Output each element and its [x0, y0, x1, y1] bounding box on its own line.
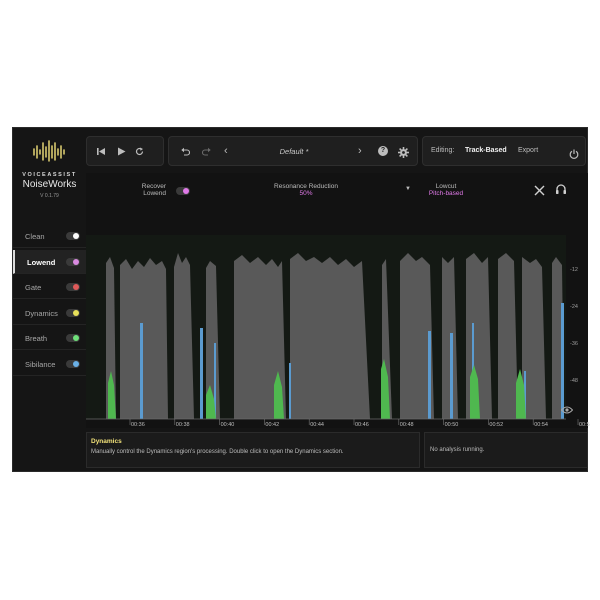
transport-group	[86, 136, 164, 166]
sidebar-item-dynamics[interactable]: Dynamics	[13, 301, 86, 325]
sidebar-item-lowend[interactable]: Lowend	[13, 249, 86, 274]
sidebar-item-toggle[interactable]	[66, 283, 80, 291]
db-scale-label: -48	[570, 378, 578, 384]
timeline-tick-label: 00:40	[220, 422, 235, 428]
sidebar: Clean Lowend Gate Dynamics Breath Sibilance	[13, 224, 86, 376]
editing-label: Editing:	[431, 147, 455, 154]
timeline-tick-label: 00:5	[579, 422, 590, 428]
db-scale-label: -36	[570, 341, 578, 347]
sidebar-item-label: Sibilance	[25, 359, 56, 369]
recover-lowend-toggle[interactable]	[176, 187, 190, 195]
info-panel: Dynamics Manually control the Dynamics r…	[86, 432, 420, 468]
editing-group: Editing: Track-Based Export	[422, 136, 586, 166]
app-window: VOICEASSIST NoiseWorks V 0.1.79 ‹ Defaul…	[12, 127, 590, 472]
chevron-left-icon[interactable]: ‹	[224, 146, 228, 157]
brand-name: NoiseWorks	[22, 179, 77, 190]
export-button[interactable]: Export	[518, 147, 538, 154]
redo-icon[interactable]	[201, 147, 211, 158]
sidebar-item-toggle[interactable]	[66, 232, 80, 240]
sidebar-item-clean[interactable]: Clean	[13, 224, 86, 248]
sidebar-item-gate[interactable]: Gate	[13, 275, 86, 299]
lowcut-control[interactable]: Lowcut Pitch-based	[421, 183, 471, 197]
analysis-status: No analysis running.	[430, 447, 485, 453]
sidebar-item-label: Gate	[25, 283, 42, 292]
db-scale-label: -12	[570, 267, 578, 273]
sidebar-item-toggle[interactable]	[66, 359, 80, 368]
lowcut-label: Lowcut	[435, 183, 457, 190]
loop-icon[interactable]	[135, 147, 144, 158]
waveform-panel: Recover Lowend Resonance Reduction 50% ▼…	[86, 173, 590, 428]
timeline-tick-label: 00:38	[175, 422, 190, 428]
play-icon[interactable]	[117, 147, 126, 158]
chevron-right-icon[interactable]: ›	[358, 146, 362, 157]
brand-block: VOICEASSIST NoiseWorks V 0.1.79	[13, 172, 86, 199]
undo-icon[interactable]	[181, 147, 191, 158]
headphones-icon[interactable]	[555, 182, 567, 200]
lowend-label: Lowend	[143, 190, 166, 197]
resonance-label: Resonance Reduction	[274, 183, 338, 190]
recover-label: Recover	[141, 183, 166, 190]
recover-lowend-control[interactable]: Recover Lowend	[126, 183, 166, 197]
sidebar-item-label: Lowend	[27, 257, 56, 267]
sidebar-item-label: Clean	[25, 232, 45, 241]
sidebar-item-sibilance[interactable]: Sibilance	[13, 352, 86, 376]
triangle-down-icon[interactable]: ▼	[405, 186, 411, 192]
preset-name[interactable]: Default *	[264, 147, 324, 156]
sidebar-item-label: Breath	[25, 334, 48, 343]
power-icon[interactable]	[569, 146, 579, 164]
sidebar-item-toggle[interactable]	[66, 257, 80, 266]
skip-back-icon[interactable]	[97, 147, 106, 158]
sidebar-item-label: Dynamics	[25, 308, 58, 318]
timeline-tick-label: 00:48	[399, 422, 414, 428]
timeline-tick-label: 00:52	[489, 422, 504, 428]
lowcut-value: Pitch-based	[428, 190, 464, 197]
info-title: Dynamics	[91, 438, 122, 445]
resonance-reduction-control[interactable]: Resonance Reduction 50%	[256, 183, 356, 197]
logo-icon	[33, 140, 65, 162]
help-icon[interactable]: ?	[378, 146, 388, 156]
sidebar-item-toggle[interactable]	[66, 334, 80, 342]
timeline-tick-label: 00:46	[355, 422, 369, 428]
analysis-panel: No analysis running.	[424, 432, 588, 468]
db-scale-label: -24	[570, 304, 578, 310]
version-label: V 0.1.79	[40, 193, 59, 199]
resonance-value: 50%	[299, 190, 313, 197]
gear-icon[interactable]	[398, 145, 409, 163]
preset-group: ‹ Default * › ?	[168, 136, 418, 166]
timeline-tick-label: 00:36	[131, 422, 145, 428]
info-description: Manually control the Dynamics region's p…	[91, 449, 344, 455]
editing-mode[interactable]: Track-Based	[465, 147, 507, 154]
timeline-tick-label: 00:42	[265, 422, 280, 428]
timeline-tick-label: 00:44	[310, 422, 324, 428]
brand-subtitle: VOICEASSIST	[22, 172, 77, 178]
sidebar-item-toggle[interactable]	[66, 308, 80, 317]
timeline-tick-label: 00:54	[534, 422, 548, 428]
logo-panel	[13, 128, 86, 173]
close-icon[interactable]	[534, 183, 545, 201]
timeline-tick-label: 00:50	[444, 422, 459, 428]
sidebar-item-breath[interactable]: Breath	[13, 326, 86, 350]
waveform-view[interactable]	[86, 173, 588, 428]
eye-icon[interactable]	[560, 401, 574, 419]
